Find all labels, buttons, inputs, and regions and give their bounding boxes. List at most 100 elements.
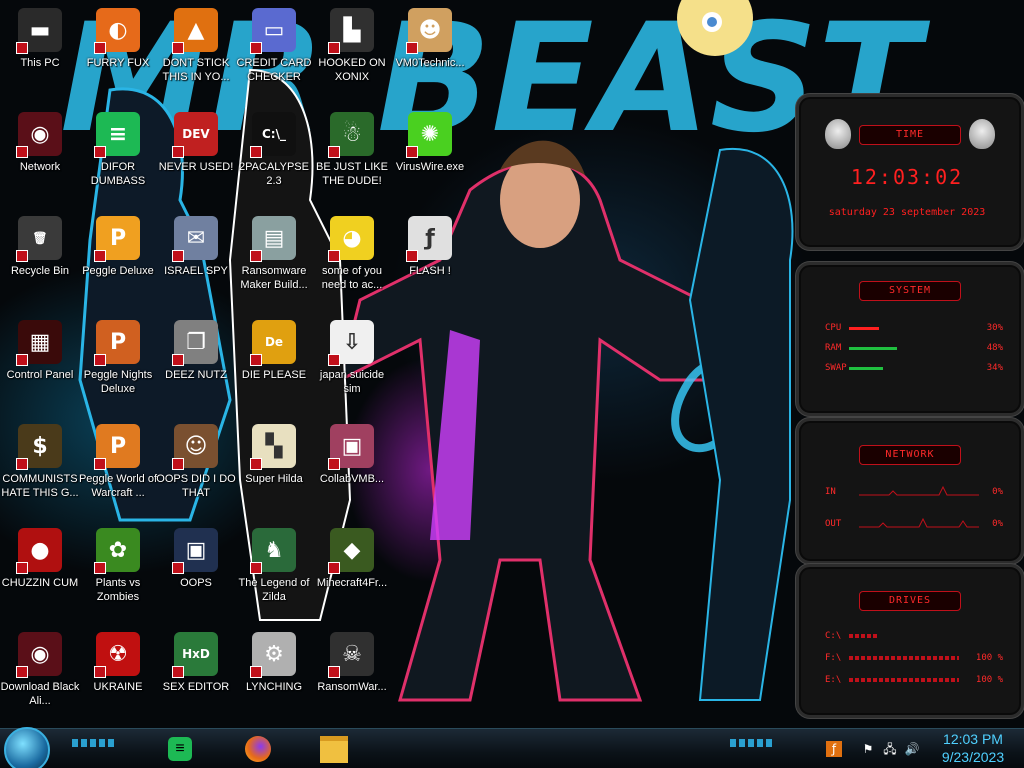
desktop-icon[interactable]: ☃ BE JUST LIKE THE DUDE! [312,108,392,208]
taskbar-decoration-left [72,739,116,747]
drive-f-label: F:\ [825,653,842,663]
desktop-icon[interactable]: ▚ Super Hilda [234,420,314,520]
money-bag-icon: $ [16,424,62,470]
desktop-icon[interactable]: ◉ Download Black Ali... [0,628,80,728]
desktop-icon-label: ISRAEL SPY [164,265,228,277]
desktop-icon[interactable]: ▦ Control Panel [0,316,80,416]
desktop-icon[interactable]: ≡ DIFOR DUMBASS [78,108,158,208]
desktop-icon[interactable]: ● CHUZZIN CUM [0,524,80,624]
desktop-icon[interactable]: ☻ VM0Technic... [390,4,470,104]
desktop-icon[interactable]: ◉ Network [0,108,80,208]
terminal-icon: C:\_ [250,112,296,158]
desktop-icon[interactable]: ◆ Minecraft4Fr... [312,524,392,624]
network-tray-icon[interactable]: 🖧 [882,741,898,757]
desktop-icon[interactable]: ♞ The Legend of Zilda [234,524,314,624]
app-window-icon: ▤ [250,216,296,262]
ram-label: RAM [825,343,842,353]
shortcut-arrow-icon [250,250,262,262]
clock-time[interactable]: 12:03 PM [930,731,1016,747]
desktop-icon[interactable]: ▣ OOPS [156,524,236,624]
drives-title: DRIVES [859,591,961,611]
desktop-icon[interactable]: ▬ This PC [0,4,80,104]
desktop-icon[interactable]: P Peggle Nights Deluxe [78,316,158,416]
control-panel-icon: ▦ [16,320,62,366]
shortcut-arrow-icon [94,562,106,574]
desktop-icon[interactable]: ▭ CREDIT CARD CHECKER [234,4,314,104]
peggle-wow-icon: P [94,424,140,470]
desktop-icon[interactable]: P Peggle World of Warcraft ... [78,420,158,520]
gear-flag-icon: ⚙ [250,632,296,678]
network-icon: ◉ [16,112,62,158]
drives-widget: DRIVES C:\ F:\ 100 % E:\ 100 % [796,564,1024,718]
clock-date[interactable]: 9/23/2023 [930,749,1016,765]
ram-value: 48% [986,343,1003,353]
system-widget: SYSTEM CPU 30% RAM 48% SWAP 34% [796,262,1024,416]
desktop-icon[interactable]: ✺ VirusWire.exe [390,108,470,208]
desktop-icon[interactable]: ⚙ LYNCHING [234,628,314,728]
drive-c-bar [849,634,879,638]
desktop-icon[interactable]: DEV NEVER USED! [156,108,236,208]
spy-app-icon: ✉ [172,216,218,262]
shortcut-arrow-icon [94,354,106,366]
this-pc-icon: ▬ [16,8,62,54]
desktop-icon[interactable]: ☺ OOPS DID I DO THAT [156,420,236,520]
desktop-icon[interactable]: ✉ ISRAEL SPY [156,212,236,312]
desktop-icon[interactable]: ⇩ japan suicide sim [312,316,392,416]
skull-icon: ☠ [328,632,374,678]
out-label: OUT [825,519,842,529]
desktop-icon-label: RansomWar... [317,681,387,693]
desktop-icon-label: FLASH ! [409,265,451,277]
desktop-icon-label: Peggle World of Warcraft ... [78,473,158,499]
desktop-icon[interactable]: P Peggle Deluxe [78,212,158,312]
desktop-icon-label: HOOKED ON XONIX [318,57,386,83]
start-orb-icon[interactable] [4,727,50,768]
shortcut-arrow-icon [94,42,106,54]
firefox-icon[interactable] [242,733,274,765]
desktop-icon[interactable]: ✿ Plants vs Zombies [78,524,158,624]
file-explorer-icon[interactable] [318,733,350,765]
windows-stack-icon: ❐ [172,320,218,366]
desktop-icon-label: COMMUNISTS HATE THIS G... [1,473,79,499]
shortcut-arrow-icon [172,458,184,470]
shortcut-arrow-icon [16,250,28,262]
desktop-icon[interactable]: HxD SEX EDITOR [156,628,236,728]
desktop-icon-label: VM0Technic... [395,57,465,69]
flash-icon: ƒ [406,216,452,262]
desktop-icon-label: OOPS DID I DO THAT [156,473,236,499]
desktop-icon[interactable]: $ COMMUNISTS HATE THIS G... [0,420,80,520]
security-flag-icon[interactable]: ⚑ [860,741,876,757]
alien-head-icon [825,119,851,149]
desktop-icon[interactable]: ▤ Ransomware Maker Build... [234,212,314,312]
shortcut-arrow-icon [406,250,418,262]
volume-icon[interactable]: 🔊 [904,741,920,757]
shortcut-arrow-icon [172,42,184,54]
drive-f-bar [849,656,959,660]
flash-tray-icon[interactable]: ƒ [826,741,842,757]
desktop-icon-label: Minecraft4Fr... [316,577,388,589]
desktop-icon-label: DIFOR DUMBASS [90,161,146,187]
desktop-icon[interactable]: C:\_ 2PACALYPSE 2.3 [234,108,314,208]
chuzzle-icon: ● [16,528,62,574]
shortcut-arrow-icon [250,146,262,158]
desktop-icon[interactable]: ▙ HOOKED ON XONIX [312,4,392,104]
desktop-icon-label: DEEZ NUTZ [165,369,227,381]
system-title: SYSTEM [859,281,961,301]
minecraft-block-icon: ◆ [328,528,374,574]
ram-bar [849,347,897,350]
shortcut-arrow-icon [328,146,340,158]
desktop-icon[interactable]: 🗑 Recycle Bin [0,212,80,312]
desktop-icon[interactable]: De DIE PLEASE [234,316,314,416]
adobe-de-icon: De [250,320,296,366]
desktop-icon[interactable]: ☠ RansomWar... [312,628,392,728]
desktop-icon-label: OOPS [180,577,212,589]
desktop-icon[interactable]: ☢ UKRAINE [78,628,158,728]
spotify-icon[interactable]: ≡ [164,733,196,765]
desktop-icon[interactable]: ◐ FURRY FUX [78,4,158,104]
desktop-icon-label: Control Panel [6,369,74,381]
desktop-icon[interactable]: ƒ FLASH ! [390,212,470,312]
shortcut-arrow-icon [94,250,106,262]
desktop-icon[interactable]: ▲ DONT STICK THIS IN YO... [156,4,236,104]
desktop-icon[interactable]: ▣ CollabVMB... [312,420,392,520]
desktop-icon[interactable]: ◕ some of you need to ac... [312,212,392,312]
desktop-icon[interactable]: ❐ DEEZ NUTZ [156,316,236,416]
